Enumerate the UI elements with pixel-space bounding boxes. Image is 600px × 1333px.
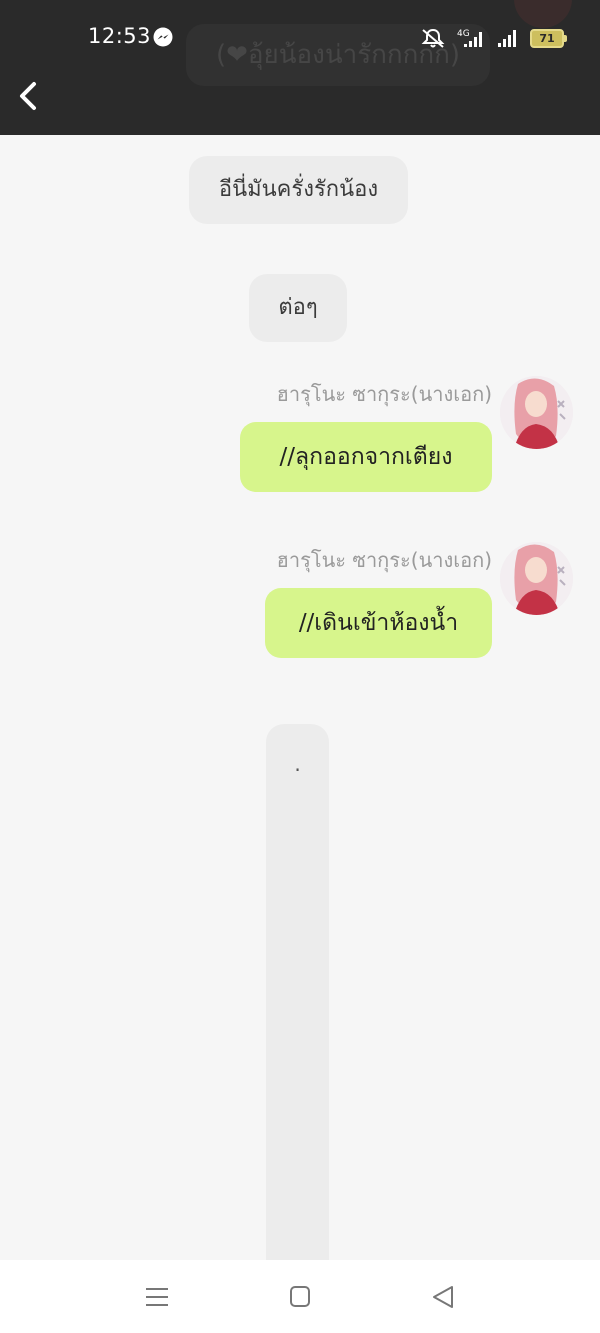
system-message-tall: .	[266, 724, 329, 1284]
signal-icon	[498, 30, 516, 47]
back-triangle-icon[interactable]	[428, 1282, 458, 1312]
back-button[interactable]	[10, 74, 50, 118]
messenger-icon	[153, 27, 173, 47]
sender-name: ฮารุโนะ ซากุระ(นางเอก)	[276, 548, 492, 572]
status-time: 12:53	[88, 24, 152, 48]
avatar[interactable]	[500, 542, 573, 615]
character-avatar-image	[500, 376, 573, 449]
signal-4g-icon: 4G	[457, 29, 482, 47]
system-message: อีนี่มันครั่งรักน้อง	[189, 156, 408, 224]
message-bubble-outgoing[interactable]: //เดินเข้าห้องน้ำ	[265, 588, 492, 658]
system-nav-bar	[0, 1260, 600, 1333]
system-message: ต่อๆ	[249, 274, 347, 342]
avatar[interactable]	[500, 376, 573, 449]
battery-icon: 71	[530, 28, 567, 48]
top-bar: (❤อุ้ยน้องน่ารักกกกก) 12:53 4G 71	[0, 0, 600, 135]
mute-icon	[421, 28, 445, 48]
character-avatar-image	[500, 542, 573, 615]
chat-screen: (❤อุ้ยน้องน่ารักกกกก) 12:53 4G 71 อีนี่ม…	[0, 0, 600, 1333]
battery-level: 71	[539, 31, 555, 45]
status-icons: 4G 71	[420, 24, 567, 52]
sender-name: ฮารุโนะ ซากุระ(นางเอก)	[276, 382, 492, 406]
network-label: 4G	[457, 29, 470, 39]
home-square-icon[interactable]	[285, 1282, 315, 1312]
menu-icon[interactable]	[142, 1282, 172, 1312]
message-bubble-outgoing[interactable]: //ลุกออกจากเตียง	[240, 422, 492, 492]
